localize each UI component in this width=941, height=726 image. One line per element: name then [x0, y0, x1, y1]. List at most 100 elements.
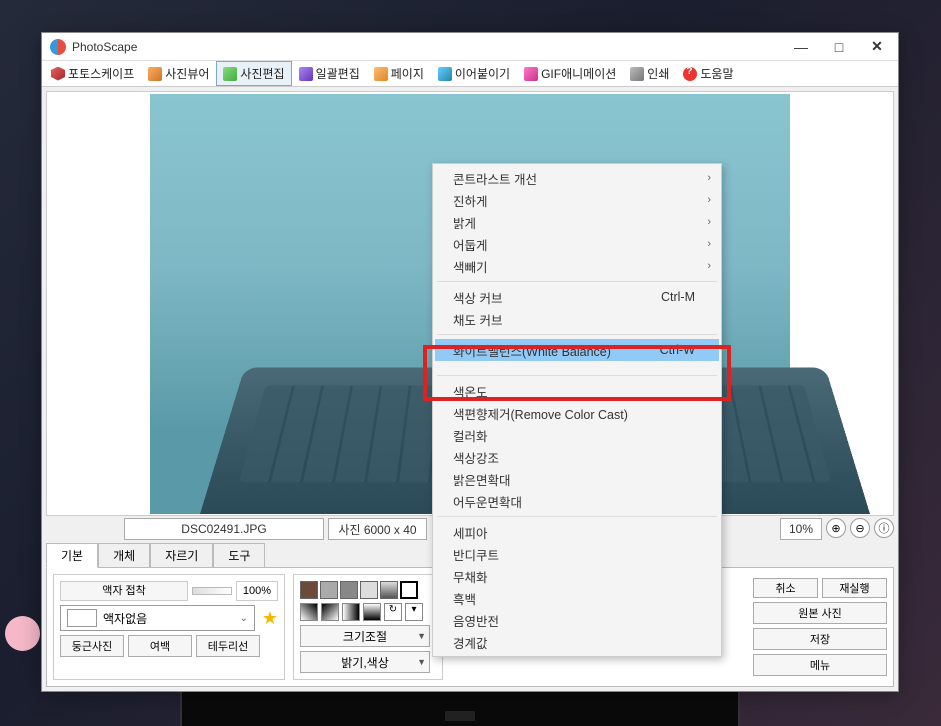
viewer-icon	[148, 67, 162, 81]
print-icon	[630, 67, 644, 81]
tab-editor[interactable]: 사진편집	[216, 61, 291, 86]
editor-icon	[223, 67, 237, 81]
menu-separator	[437, 375, 717, 376]
tab-gif[interactable]: GIF애니메이션	[517, 61, 623, 86]
photoscape-icon	[51, 67, 65, 81]
preset-swatch-4[interactable]	[360, 581, 378, 599]
chevron-down-icon: ▼	[417, 657, 426, 667]
menu-invert[interactable]: 음영반전	[435, 609, 719, 631]
zoom-value: 10%	[780, 518, 822, 540]
undo-button[interactable]: 취소	[753, 578, 818, 598]
redo-button[interactable]: 재실행	[822, 578, 887, 598]
action-buttons: 취소 재실행 원본 사진 저장 메뉴	[753, 574, 887, 680]
menu-colorize[interactable]: 컬러화	[435, 424, 719, 446]
frame-slider[interactable]	[192, 587, 232, 595]
zoom-out-button[interactable]: ⊖	[850, 518, 870, 538]
rotate-menu-icon[interactable]: ▾	[405, 603, 423, 621]
menu-desaturate[interactable]: 색빼기›	[435, 255, 719, 277]
titlebar: PhotoScape — □ ✕	[42, 33, 898, 61]
frame-adhesion-button[interactable]: 액자 접착	[60, 581, 188, 601]
tab-page[interactable]: 페이지	[367, 61, 431, 86]
maximize-button[interactable]: □	[820, 33, 858, 61]
page-icon	[374, 67, 388, 81]
tab-batch[interactable]: 일괄편집	[292, 61, 367, 86]
batch-icon	[299, 67, 313, 81]
frame-swatch-icon	[67, 609, 97, 627]
zoom-in-button[interactable]: ⊕	[826, 518, 846, 538]
chevron-right-icon: ›	[707, 172, 711, 184]
favorite-icon[interactable]: ★	[262, 608, 278, 629]
app-icon	[50, 39, 66, 55]
menu-color-enhance[interactable]: 색상강조	[435, 446, 719, 468]
image-size-label: 사진 6000 x 40	[328, 518, 427, 540]
tab-help[interactable]: 도움말	[676, 61, 740, 86]
chevron-right-icon: ›	[707, 260, 711, 272]
menu-remove-color-cast[interactable]: 색편향제거(Remove Color Cast)	[435, 402, 719, 424]
shortcut-label: Ctrl-W	[660, 343, 695, 357]
help-icon	[683, 67, 697, 81]
preset-swatch-5[interactable]	[380, 581, 398, 599]
menu-brighten[interactable]: 밝게›	[435, 211, 719, 233]
flip-h-icon[interactable]	[342, 603, 360, 621]
frame-percent: 100%	[236, 581, 278, 601]
window-title: PhotoScape	[72, 40, 782, 54]
desktop-monitor-decoration	[180, 686, 740, 726]
menu-separator	[437, 334, 717, 335]
tab-photoscape[interactable]: 포토스케이프	[44, 61, 141, 86]
chevron-right-icon: ›	[707, 194, 711, 206]
original-photo-button[interactable]: 원본 사진	[753, 602, 887, 624]
zoom-fit-button[interactable]: ⓘ	[874, 518, 894, 538]
menu-deepen[interactable]: 진하게›	[435, 189, 719, 211]
menu-bright-expand[interactable]: 밝은면확대	[435, 468, 719, 490]
menu-achromatic[interactable]: 무채화	[435, 565, 719, 587]
preset-swatch-3[interactable]	[340, 581, 358, 599]
resize-button[interactable]: 크기조절▼	[300, 625, 430, 647]
preset-swatch-2[interactable]	[320, 581, 338, 599]
menu-obscured-item[interactable]	[435, 361, 719, 371]
tab-print[interactable]: 인쇄	[623, 61, 676, 86]
tab-combine[interactable]: 이어붙이기	[431, 61, 517, 86]
menu-threshold[interactable]: 경계값	[435, 631, 719, 653]
menu-darken[interactable]: 어둡게›	[435, 233, 719, 255]
chevron-down-icon: ▼	[417, 631, 426, 641]
main-toolbar: 포토스케이프 사진뷰어 사진편집 일괄편집 페이지 이어붙이기 GIF애니메이션…	[42, 61, 898, 87]
brightness-color-context-menu: 콘트라스트 개선› 진하게› 밝게› 어둡게› 색빼기› 색상 커브Ctrl-M…	[432, 163, 722, 657]
preset-swatch-6[interactable]	[400, 581, 418, 599]
rotate-ccw-icon[interactable]	[300, 603, 318, 621]
filename-label: DSC02491.JPG	[124, 518, 324, 540]
menu-button[interactable]: 메뉴	[753, 654, 887, 676]
shortcut-label: Ctrl-M	[661, 290, 695, 304]
menu-temperature[interactable]: 색온도	[435, 380, 719, 402]
menu-contrast-enhance[interactable]: 콘트라스트 개선›	[435, 167, 719, 189]
save-button[interactable]: 저장	[753, 628, 887, 650]
adjust-group: ↻ ▾ 크기조절▼ 밝기,색상▼	[293, 574, 443, 680]
menu-separator	[437, 516, 717, 517]
flip-v-icon[interactable]	[363, 603, 381, 621]
tab-viewer[interactable]: 사진뷰어	[141, 61, 216, 86]
menu-separator	[437, 281, 717, 282]
menu-bandicoot[interactable]: 반디쿠트	[435, 543, 719, 565]
margin-button[interactable]: 여백	[128, 635, 192, 657]
menu-dark-expand[interactable]: 어두운면확대	[435, 490, 719, 512]
tab-object[interactable]: 개체	[98, 543, 150, 568]
menu-sepia[interactable]: 세피아	[435, 521, 719, 543]
tab-tools[interactable]: 도구	[213, 543, 265, 568]
menu-color-curve[interactable]: 색상 커브Ctrl-M	[435, 286, 719, 308]
round-photo-button[interactable]: 둥근사진	[60, 635, 124, 657]
brightness-color-button[interactable]: 밝기,색상▼	[300, 651, 430, 673]
rotate-cw-icon[interactable]	[321, 603, 339, 621]
border-line-button[interactable]: 테두리선	[196, 635, 260, 657]
tab-crop[interactable]: 자르기	[150, 543, 213, 568]
close-button[interactable]: ✕	[858, 33, 896, 61]
menu-black-white[interactable]: 흑백	[435, 587, 719, 609]
menu-saturation-curve[interactable]: 채도 커브	[435, 308, 719, 330]
tab-basic[interactable]: 기본	[46, 543, 98, 568]
rotate-free-icon[interactable]: ↻	[384, 603, 402, 621]
menu-white-balance[interactable]: 화이트밸런스(White Balance)Ctrl-W	[435, 339, 719, 361]
preset-swatch-1[interactable]	[300, 581, 318, 599]
minimize-button[interactable]: —	[782, 33, 820, 61]
gif-icon	[524, 67, 538, 81]
combine-icon	[438, 67, 452, 81]
frame-select[interactable]: 액자없음 ⌄	[60, 605, 255, 631]
frame-select-value: 액자없음	[103, 610, 147, 627]
